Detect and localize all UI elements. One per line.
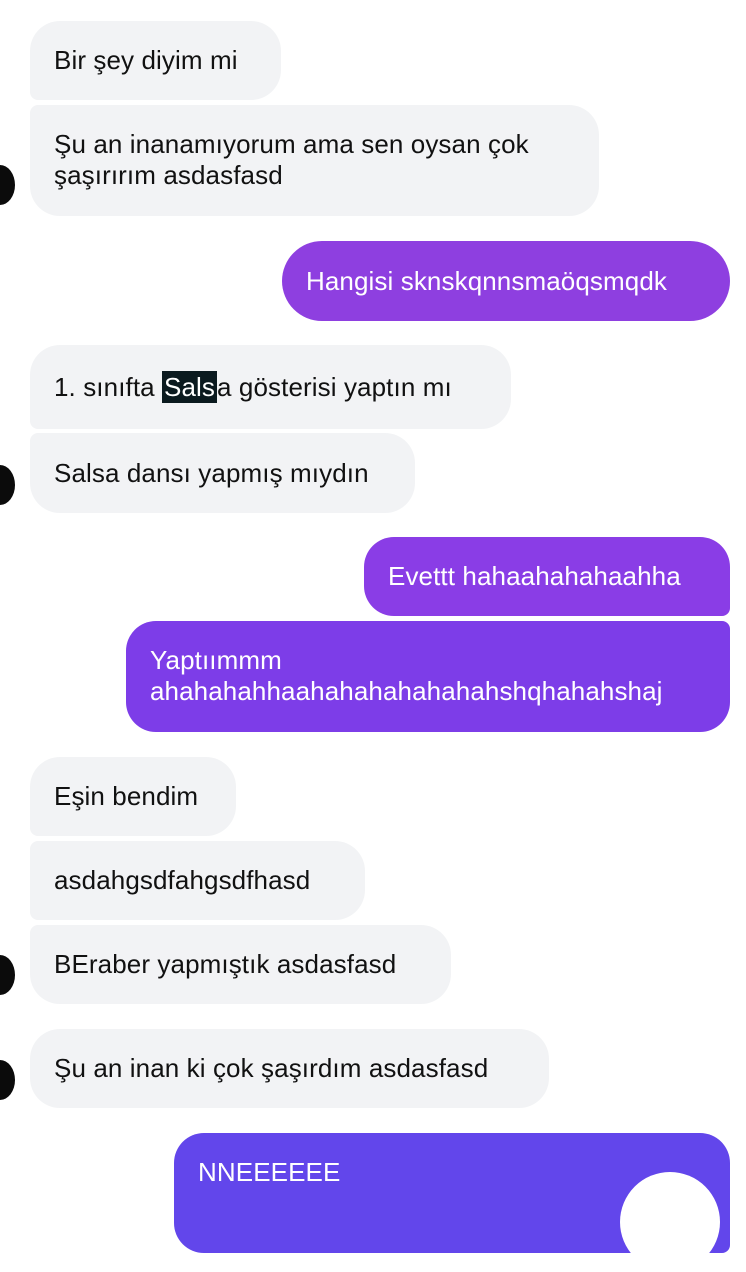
message-text: Salsa dansı yapmış mıydın [54, 458, 369, 488]
message-text: Şu an inan ki çok şaşırdım asdasfasd [54, 1053, 489, 1083]
message-text: 1. sınıfta [54, 372, 163, 402]
contact-avatar-icon[interactable] [0, 165, 15, 205]
message-text: a gösterisi yaptın mı [217, 372, 452, 402]
message-text: Hangisi sknskqnnsmaöqsmqdk [306, 265, 667, 296]
message-bubble-incoming[interactable]: Salsa dansı yapmış mıydın [30, 433, 415, 513]
message-text: Bir şey diyim mi [54, 45, 238, 75]
message-bubble-incoming[interactable]: Bir şey diyim mi [30, 21, 281, 100]
message-text: Eşin bendim [54, 781, 199, 811]
message-bubble-incoming[interactable]: Şu an inanamıyorum ama sen oysan çok şaş… [30, 105, 599, 216]
message-thread: Bir şey diyim mi Şu an inanamıyorum ama … [0, 0, 746, 1272]
message-text: NNEEEEEE [198, 1157, 341, 1187]
selected-text-highlight[interactable]: Sals [162, 371, 218, 403]
message-bubble-incoming[interactable]: asdahgsdfahgsdfhasd [30, 841, 365, 920]
message-bubble-incoming[interactable]: Eşin bendim [30, 757, 236, 836]
contact-avatar-icon[interactable] [0, 465, 15, 505]
message-text-line: şaşırırım asdasfasd [54, 160, 283, 190]
message-bubble-incoming[interactable]: Şu an inan ki çok şaşırdım asdasfasd [30, 1029, 549, 1108]
message-text-line: ahahahahhaahahahahahahahshqhahahshaj [150, 676, 663, 706]
message-text-line: Şu an inanamıyorum ama sen oysan çok [54, 129, 529, 159]
message-bubble-incoming[interactable]: BEraber yapmıştık asdasfasd [30, 925, 451, 1004]
contact-avatar-icon[interactable] [0, 955, 15, 995]
message-bubble-outgoing[interactable]: Evettt hahaahahahaahha [364, 537, 730, 616]
message-text: Evettt hahaahahahaahha [388, 561, 681, 591]
message-text-line: Yaptıımmm [150, 645, 282, 675]
message-text: asdahgsdfahgsdfhasd [54, 865, 311, 895]
message-text: BEraber yapmıştık asdasfasd [54, 949, 397, 979]
message-bubble-outgoing[interactable]: Hangisi sknskqnnsmaöqsmqdk [282, 241, 730, 321]
contact-avatar-icon[interactable] [0, 1060, 15, 1100]
message-bubble-incoming[interactable]: 1. sınıfta Salsa gösterisi yaptın mı [30, 345, 511, 429]
scroll-down-button-icon[interactable] [620, 1172, 720, 1272]
message-bubble-outgoing[interactable]: Yaptıımmm ahahahahhaahahahahahahahshqhah… [126, 621, 730, 732]
